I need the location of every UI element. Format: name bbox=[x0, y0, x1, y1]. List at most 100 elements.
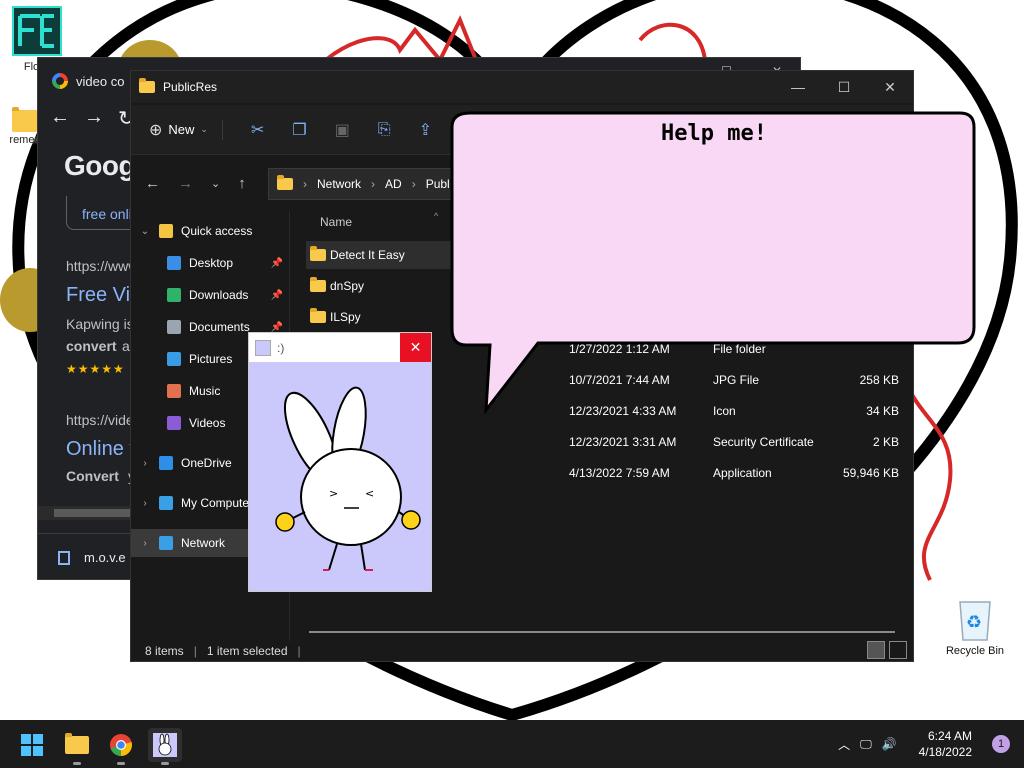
sort-ascending-icon: ^ bbox=[434, 211, 439, 221]
explorer-window-controls: — ☐ ✕ bbox=[775, 71, 913, 103]
result-title-link[interactable]: Free Vi bbox=[66, 284, 130, 307]
folder-icon bbox=[65, 733, 89, 754]
star-icon bbox=[159, 224, 173, 238]
cut-icon[interactable]: ✂ bbox=[251, 120, 264, 140]
folder-icon bbox=[310, 308, 326, 323]
explorer-titlebar[interactable]: PublicRes — ☐ ✕ bbox=[131, 71, 913, 103]
folder-icon bbox=[310, 277, 326, 292]
tiles-view-icon[interactable] bbox=[889, 641, 907, 659]
share-icon[interactable]: ⇪ bbox=[419, 120, 432, 140]
desktop-icon-recycle-bin[interactable]: ♻ Recycle Bin bbox=[940, 596, 1010, 657]
taskbar: ︿ 🖵 🔊 6:24 AM 4/18/2022 1 bbox=[0, 720, 1024, 768]
network-icon[interactable]: 🖵 bbox=[860, 737, 872, 752]
forward-arrow-icon[interactable]: → bbox=[84, 106, 104, 131]
nav-item-label: Videos bbox=[189, 416, 226, 430]
pin-icon: 📌 bbox=[270, 289, 283, 301]
taskbar-chrome[interactable] bbox=[104, 728, 138, 765]
result-title-link[interactable]: Online v bbox=[66, 438, 139, 461]
network-icon bbox=[159, 536, 173, 550]
google-logo-icon bbox=[52, 73, 68, 89]
details-view-icon[interactable] bbox=[867, 641, 885, 659]
svg-text:<: < bbox=[365, 487, 374, 500]
maximize-icon[interactable]: ☐ bbox=[821, 71, 867, 103]
folder-icon bbox=[277, 175, 293, 190]
chevron-down-icon[interactable]: ⌄ bbox=[139, 226, 151, 237]
back-arrow-icon[interactable]: ← bbox=[145, 175, 160, 192]
popup-title: :) bbox=[277, 340, 285, 355]
paste-icon[interactable]: ▣ bbox=[335, 120, 350, 140]
chevron-right-icon[interactable]: › bbox=[139, 458, 151, 469]
taskbar-file-explorer[interactable] bbox=[60, 728, 94, 765]
chevron-down-icon: ⌄ bbox=[200, 124, 208, 134]
new-button-label: New bbox=[168, 122, 195, 137]
pin-icon: 📌 bbox=[270, 257, 283, 269]
system-tray: ︿ 🖵 🔊 6:24 AM 4/18/2022 1 bbox=[838, 720, 1024, 768]
status-selected-count: 1 item selected bbox=[206, 644, 288, 658]
nav-item-label: Documents bbox=[189, 320, 250, 334]
folder-icon bbox=[12, 107, 38, 132]
file-name: dnSpy bbox=[330, 279, 365, 293]
pictures-icon bbox=[167, 352, 181, 366]
nav-item-label: Quick access bbox=[181, 224, 253, 238]
desktop-icon bbox=[167, 256, 181, 270]
bunny-popup-window[interactable]: :) ✕ > < bbox=[248, 332, 432, 592]
chrome-icon bbox=[110, 734, 132, 756]
up-arrow-icon[interactable]: ↑ bbox=[238, 175, 246, 192]
bunny-character-image: > < bbox=[249, 362, 431, 591]
view-toggle bbox=[867, 641, 907, 659]
videos-icon bbox=[167, 416, 181, 430]
clock[interactable]: 6:24 AM 4/18/2022 bbox=[919, 728, 972, 760]
nav-item-downloads[interactable]: Downloads 📌 bbox=[131, 281, 289, 309]
volume-icon[interactable]: 🔊 bbox=[882, 737, 897, 751]
nav-item-label: Desktop bbox=[189, 256, 234, 270]
result-url: https://www bbox=[66, 258, 139, 274]
notification-badge[interactable]: 1 bbox=[992, 735, 1010, 753]
nav-item-label: Downloads bbox=[189, 288, 249, 302]
chevron-up-icon[interactable]: ︿ bbox=[838, 736, 850, 753]
google-wordmark: Goog bbox=[64, 150, 136, 181]
computer-icon bbox=[159, 496, 173, 510]
new-button[interactable]: ⊕ New ⌄ bbox=[149, 119, 223, 140]
running-indicator bbox=[73, 762, 81, 765]
popup-close-button[interactable]: ✕ bbox=[400, 333, 431, 362]
pin-icon: 📌 bbox=[270, 321, 283, 333]
onedrive-icon bbox=[159, 456, 173, 470]
speech-bubble-shape bbox=[450, 111, 976, 415]
nav-item-quick-access[interactable]: ⌄ Quick access bbox=[131, 217, 289, 245]
nav-item-label: Music bbox=[189, 384, 221, 398]
status-item-count: 8 items bbox=[145, 644, 184, 658]
forward-arrow-icon[interactable]: → bbox=[178, 175, 193, 192]
clock-time: 6:24 AM bbox=[927, 729, 972, 743]
start-button[interactable] bbox=[15, 728, 49, 762]
chevron-right-icon[interactable]: › bbox=[139, 498, 151, 509]
file-type: Application bbox=[713, 466, 772, 480]
scroll-thumb[interactable] bbox=[54, 509, 134, 517]
taskbar-bunny-app[interactable] bbox=[148, 728, 182, 765]
running-indicator bbox=[161, 762, 169, 765]
rename-icon[interactable]: ⎘ bbox=[378, 121, 391, 139]
breadcrumb-network[interactable]: Network bbox=[317, 177, 361, 191]
back-arrow-icon[interactable]: ← bbox=[50, 106, 70, 131]
result-snippet-bold: Convert bbox=[66, 468, 119, 484]
file-icon bbox=[58, 550, 70, 565]
file-list-horizontal-scrollbar[interactable] bbox=[309, 631, 895, 633]
folder-icon bbox=[139, 78, 155, 93]
recent-chevron-icon[interactable]: ⌄ bbox=[211, 177, 220, 190]
download-item-name[interactable]: m.o.v.e bbox=[84, 550, 126, 565]
minimize-icon[interactable]: — bbox=[775, 71, 821, 103]
nav-item-label: Network bbox=[181, 536, 226, 550]
result-rating-stars: ★★★★★ bbox=[66, 362, 125, 376]
nav-item-desktop[interactable]: Desktop 📌 bbox=[131, 249, 289, 277]
breadcrumb-separator-icon: › bbox=[411, 177, 416, 191]
download-icon bbox=[167, 288, 181, 302]
speech-bubble: Help me! bbox=[448, 105, 980, 415]
copy-icon[interactable]: ❐ bbox=[292, 120, 306, 140]
chevron-right-icon[interactable]: › bbox=[139, 538, 151, 549]
column-header-name[interactable]: Name bbox=[320, 215, 352, 229]
close-icon[interactable]: ✕ bbox=[867, 71, 913, 103]
breadcrumb-ad[interactable]: AD bbox=[385, 177, 402, 191]
bunny-app-icon bbox=[255, 339, 271, 356]
document-icon bbox=[167, 320, 181, 334]
file-name: ILSpy bbox=[330, 310, 361, 324]
file-name: Detect It Easy bbox=[330, 248, 405, 262]
